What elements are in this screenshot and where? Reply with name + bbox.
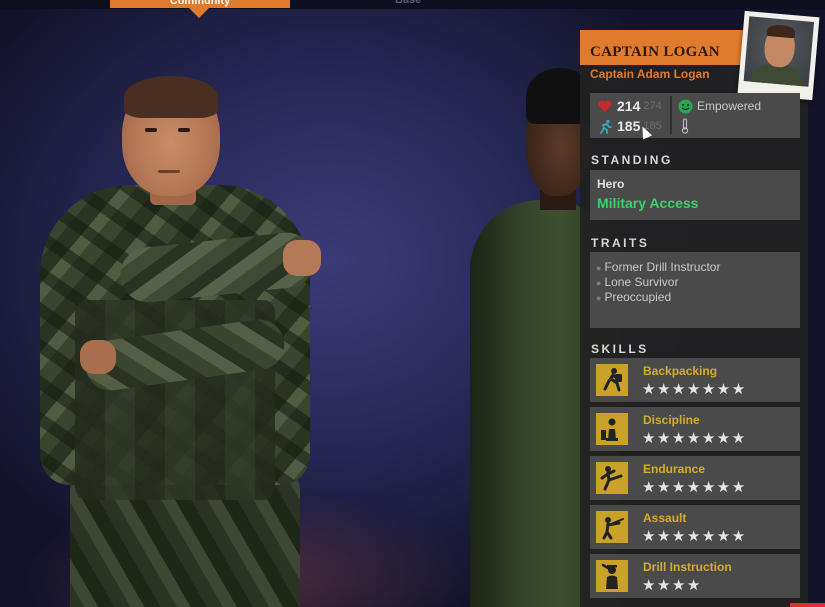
star-icon: ★ [731,528,747,545]
star-icon: ★ [686,381,702,398]
skill-name: Assault [643,511,687,525]
skill-name: Discipline [643,413,700,427]
survivor-full-name: Captain Adam Logan [590,67,710,81]
thermometer-icon [677,118,693,134]
health-value: 214 [617,98,641,114]
star-icon: ★ [716,528,732,545]
star-icon: ★ [731,381,747,398]
stamina-value: 185 [617,118,641,134]
salute-icon [596,560,628,592]
corner-indicator [790,603,825,607]
star-icon: ★ [701,430,717,447]
star-icon: ★ [731,479,747,496]
star-icon: ★ [656,479,672,496]
star-icon: ★ [686,528,702,545]
skill-stars: ★★★★★★★ [642,527,802,545]
skill-name: Endurance [643,462,706,476]
skill-name: Drill Instruction [643,560,732,574]
stamina-stat: 185 185 [597,117,662,135]
chess-icon [596,413,628,445]
runner-icon [597,118,613,134]
skill-stars: ★★★★★★★ [642,429,802,447]
trait-label: Lone Survivor [604,275,679,289]
soldier-icon [596,511,628,543]
star-icon: ★ [671,528,687,545]
star-icon: ★ [671,381,687,398]
logan-mouth [158,170,180,173]
trait-item[interactable]: ● Lone Survivor [596,275,796,290]
trait-label: Former Drill Instructor [604,260,721,274]
star-icon: ★ [671,479,687,496]
condition-status [677,117,693,135]
logan-fist-left [80,340,116,374]
standing-heading: STANDING [591,153,673,167]
star-icon: ★ [686,430,702,447]
traits-heading: TRAITS [591,236,650,250]
star-icon: ★ [716,381,732,398]
skill-row-discipline[interactable]: Discipline ★★★★★★★ [590,407,800,451]
skill-row-assault[interactable]: Assault ★★★★★★★ [590,505,800,549]
star-icon: ★ [642,528,657,545]
skill-row-endurance[interactable]: Endurance ★★★★★★★ [590,456,800,500]
star-icon: ★ [671,430,687,447]
star-icon: ★ [701,381,717,398]
star-icon: ★ [642,430,657,447]
skill-stars: ★★★★★★★ [642,478,802,496]
skill-row-drill-instruction[interactable]: Drill Instruction ★★★★ [590,554,800,598]
star-icon: ★ [642,479,657,496]
skill-stars: ★★★★ [642,576,802,594]
bullet-icon: ● [596,278,602,288]
trait-item[interactable]: ● Preoccupied [596,290,796,305]
star-icon: ★ [701,479,717,496]
survivor-title: CAPTAIN LOGAN [590,44,720,60]
morale-status: Empowered [677,97,761,115]
bullet-icon: ● [596,263,602,273]
skill-row-backpacking[interactable]: Backpacking ★★★★★★★ [590,358,800,402]
trait-item[interactable]: ● Former Drill Instructor [596,260,796,275]
morale-label: Empowered [697,99,762,113]
backpacker-icon [596,364,628,396]
star-icon: ★ [686,479,702,496]
heart-icon [597,98,613,114]
active-tab-pointer [189,8,209,18]
standing-access: Military Access [597,195,699,211]
survivor-portrait [737,10,820,101]
star-icon: ★ [686,577,702,594]
bullet-icon: ● [596,293,602,303]
star-icon: ★ [731,430,747,447]
star-icon: ★ [701,528,717,545]
star-icon: ★ [671,577,687,594]
skill-stars: ★★★★★★★ [642,380,802,398]
skill-name: Backpacking [643,364,718,378]
logan-eye-right [178,128,190,132]
star-icon: ★ [642,381,657,398]
smiley-icon [677,98,693,114]
trait-label: Preoccupied [604,290,672,304]
logan-eye-left [145,128,157,132]
health-stat: 214 274 [597,97,662,115]
star-icon: ★ [656,577,672,594]
kick-icon [596,462,628,494]
portrait-photo [743,16,815,87]
star-icon: ★ [656,381,672,398]
star-icon: ★ [716,430,732,447]
star-icon: ★ [656,528,672,545]
logan-hair [124,76,218,118]
star-icon: ★ [642,577,657,594]
star-icon: ★ [716,479,732,496]
portrait-hair [766,23,796,39]
tab-base[interactable]: Base [395,0,445,6]
star-icon: ★ [656,430,672,447]
skills-heading: SKILLS [591,342,649,356]
logan-fist-right [283,240,321,276]
tab-community[interactable]: Community [110,0,290,8]
stats-divider [670,96,672,134]
standing-rank: Hero [597,177,625,191]
health-max: 274 [643,100,662,112]
